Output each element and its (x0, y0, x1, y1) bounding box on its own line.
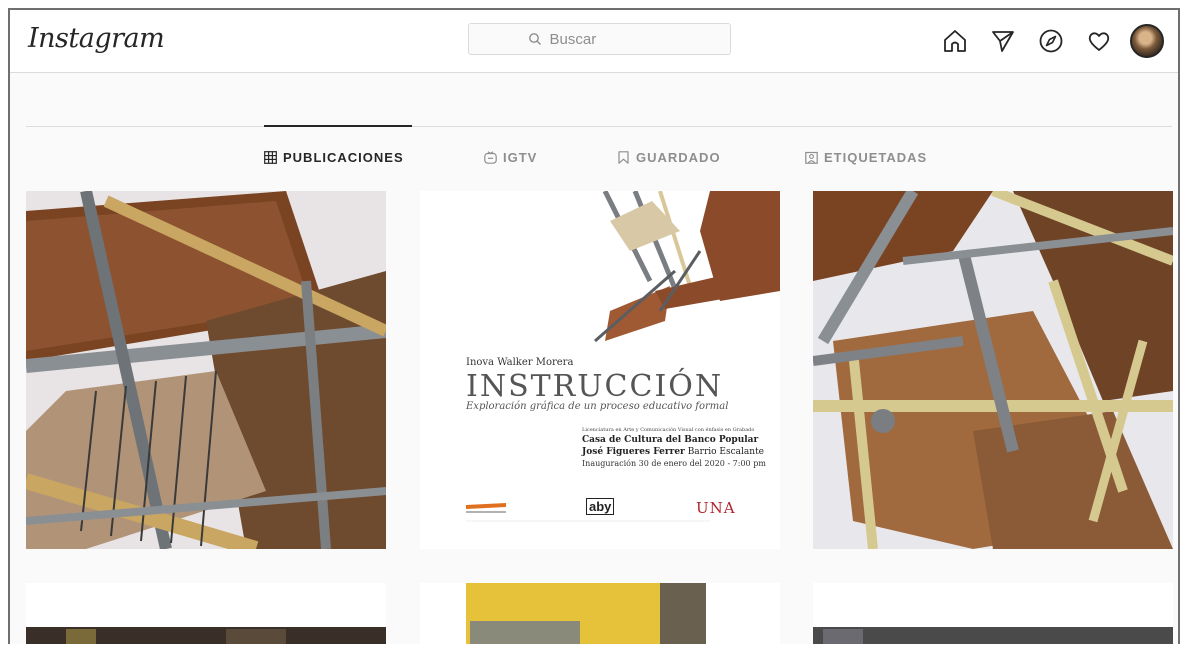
post-thumbnail-1[interactable] (26, 191, 386, 549)
profile-tabs: PUBLICACIONES IGTV GUARDADO ETIQUETADAS (10, 150, 1178, 170)
poster-venue: Casa de Cultura del Banco Popular (582, 435, 759, 445)
tab-publicaciones[interactable]: PUBLICACIONES (264, 150, 404, 165)
profile-tabs-divider (26, 126, 1172, 127)
nav-icons (938, 24, 1164, 58)
instagram-logo[interactable]: Instagram (28, 23, 165, 54)
poster-title: INSTRUCCIÓN (466, 369, 724, 404)
tab-guardado[interactable]: GUARDADO (617, 150, 721, 165)
post-image-chairs (26, 191, 386, 549)
casa-cultura-logo (466, 503, 506, 513)
post-thumbnail-3[interactable] (813, 191, 1173, 549)
post-image-chairs-2 (813, 191, 1173, 549)
tab-label: GUARDADO (636, 150, 721, 165)
profile-avatar[interactable] (1130, 24, 1164, 58)
explore-compass-icon[interactable] (1034, 24, 1068, 58)
poster-subtitle: Exploración gráfica de un proceso educat… (466, 401, 729, 412)
tab-igtv[interactable]: IGTV (484, 150, 537, 165)
una-logo: UNA (696, 499, 736, 517)
igtv-icon (484, 151, 497, 164)
post-thumbnail-5[interactable] (420, 583, 780, 644)
search-input[interactable] (547, 29, 672, 49)
search-icon (528, 33, 541, 45)
tagged-icon (805, 151, 818, 164)
bookmark-icon (618, 151, 629, 164)
tab-etiquetadas[interactable]: ETIQUETADAS (805, 150, 927, 165)
home-icon[interactable] (938, 24, 972, 58)
post-image-4 (26, 583, 386, 644)
post-thumbnail-4[interactable] (26, 583, 386, 644)
poster-address: José Figueres Ferrer Barrio Escalante (582, 447, 764, 457)
poster-text-layer: Inova Walker Morera INSTRUCCIÓN Explorac… (420, 191, 780, 549)
search-box[interactable] (468, 23, 731, 55)
poster-artist: Inova Walker Morera (466, 357, 574, 368)
grid-icon (264, 151, 277, 164)
tab-label: PUBLICACIONES (283, 150, 404, 165)
browser-viewport: Instagram Buscar PUBLICACIONES IGTV GUAR… (8, 8, 1180, 644)
poster-address-bold: José Figueres Ferrer (582, 447, 685, 457)
top-navigation-bar: Instagram (10, 10, 1178, 73)
tab-label: IGTV (503, 150, 538, 165)
post-image-5 (420, 583, 780, 644)
aby-logo: aby (586, 498, 615, 515)
poster-address-rest: Barrio Escalante (687, 447, 765, 457)
active-tab-indicator (264, 125, 412, 127)
post-thumbnail-6[interactable] (813, 583, 1173, 644)
post-thumbnail-2[interactable]: Inova Walker Morera INSTRUCCIÓN Explorac… (420, 191, 780, 549)
tab-label: ETIQUETADAS (824, 150, 928, 165)
poster-inauguration: Inauguración 30 de enero del 2020 - 7:00… (582, 459, 766, 468)
poster-small-line: Licenciatura en Arte y Comunicación Visu… (582, 427, 755, 433)
post-image-6 (813, 583, 1173, 644)
activity-heart-icon[interactable] (1082, 24, 1116, 58)
direct-send-icon[interactable] (986, 24, 1020, 58)
